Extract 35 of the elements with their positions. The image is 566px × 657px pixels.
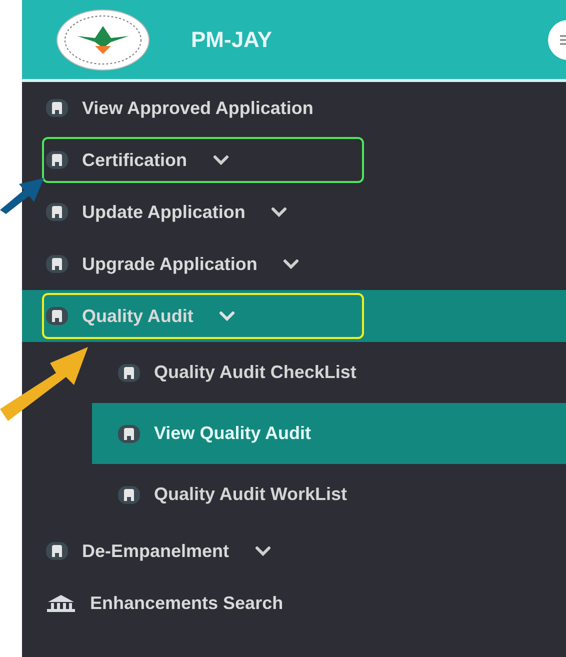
building-icon [46,203,68,221]
building-icon [46,542,68,560]
chevron-icon [219,311,236,321]
building-icon [46,151,68,169]
menu-label: View Approved Application [82,96,314,120]
submenu-item[interactable]: Quality Audit WorkList [92,464,566,525]
submenu-item[interactable]: View Quality Audit [92,403,566,464]
chevron-icon [271,207,288,217]
menu-item[interactable]: Upgrade Application [22,238,566,290]
menu-item[interactable]: Enhancements Search [22,577,566,629]
chevron-icon [283,259,300,269]
app-title: PM-JAY [191,26,272,54]
building-icon [118,424,140,442]
building-icon [46,99,68,117]
menu-label: Certification [82,148,188,172]
submenu-item[interactable]: Quality Audit CheckList [92,342,566,403]
submenu-label: View Quality Audit [154,422,312,445]
menu-label: Upgrade Application [82,252,258,276]
bank-icon [46,594,76,612]
menu-label: Quality Audit [82,304,194,328]
menu-label: De-Empanelment [82,540,230,563]
chevron-icon [213,155,230,165]
menu-label: Enhancements Search [90,592,284,614]
building-icon [46,307,68,325]
menu-label: Update Application [82,200,246,224]
submenu-label: Quality Audit CheckList [154,361,356,384]
menu-item[interactable]: De-Empanelment [22,525,566,577]
menu-item[interactable]: Update Application [22,186,566,238]
building-icon [118,364,140,382]
menu-item[interactable]: View Approved Application [22,82,566,134]
menu-item[interactable]: Certification [22,134,566,186]
chevron-icon [255,546,272,556]
building-icon [118,486,140,504]
submenu-label: Quality Audit WorkList [154,483,348,506]
building-icon [46,255,68,273]
